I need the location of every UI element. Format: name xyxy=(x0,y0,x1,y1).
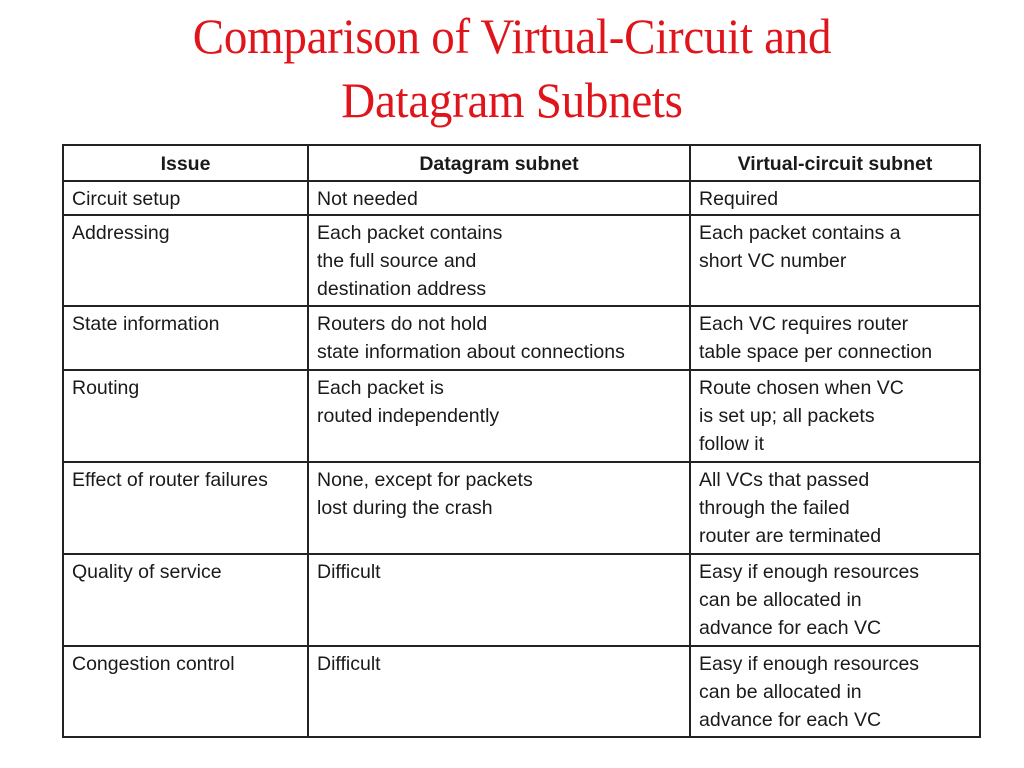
table-row: State information Routers do not hold st… xyxy=(62,305,981,371)
cell-text: follow it xyxy=(699,433,765,455)
cell-text: Each VC requires router xyxy=(699,313,909,335)
cell-text: the full source and xyxy=(317,250,477,272)
cell-text: Routers do not hold xyxy=(317,313,488,335)
cell-text: state information about connections xyxy=(317,341,625,363)
slide-title-line-2: Datagram Subnets xyxy=(341,72,683,128)
cell-text: Effect of router failures xyxy=(72,469,268,491)
cell-text: Each packet contains a xyxy=(699,222,901,244)
cell-text: Required xyxy=(699,188,779,210)
cell-text: Route chosen when VC xyxy=(699,377,904,399)
cell-text: destination address xyxy=(317,278,487,300)
cell-text: Easy if enough resources xyxy=(699,653,920,675)
table-row: Quality of service Difficult Easy if eno… xyxy=(62,553,981,647)
cell-text: Easy if enough resources xyxy=(699,561,920,583)
cell-text: router are terminated xyxy=(699,525,882,547)
header-datagram-subnet: Datagram subnet xyxy=(307,144,691,182)
cell-text: advance for each VC xyxy=(699,709,882,731)
cell-virtual-circuit: Easy if enough resources can be allocate… xyxy=(689,645,981,738)
cell-text: Circuit setup xyxy=(72,188,181,210)
cell-virtual-circuit: Route chosen when VC is set up; all pack… xyxy=(689,369,981,463)
table-row: Circuit setup Not needed Required xyxy=(62,180,981,216)
cell-text: Each packet contains xyxy=(317,222,503,244)
cell-text: None, except for packets xyxy=(317,469,533,491)
cell-virtual-circuit: Each packet contains a short VC number xyxy=(689,214,981,307)
cell-text: short VC number xyxy=(699,250,847,272)
cell-issue: Circuit setup xyxy=(62,180,309,216)
table-row: Routing Each packet is routed independen… xyxy=(62,369,981,463)
cell-issue: Quality of service xyxy=(62,553,309,647)
cell-text: Each packet is xyxy=(317,377,444,399)
cell-text: lost during the crash xyxy=(317,497,493,519)
cell-text: Routing xyxy=(72,377,140,399)
table-header-row: Issue Datagram subnet Virtual-circuit su… xyxy=(62,144,981,182)
slide-title: Comparison of Virtual-Circuit and Datagr… xyxy=(31,4,994,132)
cell-text: Difficult xyxy=(317,653,381,675)
table-row: Effect of router failures None, except f… xyxy=(62,461,981,555)
cell-datagram: Not needed xyxy=(307,180,691,216)
cell-text: advance for each VC xyxy=(699,617,882,639)
cell-virtual-circuit: Required xyxy=(689,180,981,216)
cell-text: can be allocated in xyxy=(699,589,862,611)
cell-issue: State information xyxy=(62,305,309,371)
cell-issue: Addressing xyxy=(62,214,309,307)
cell-text: State information xyxy=(72,313,220,335)
cell-text: can be allocated in xyxy=(699,681,862,703)
cell-text: routed independently xyxy=(317,405,500,427)
cell-issue: Congestion control xyxy=(62,645,309,738)
cell-issue: Routing xyxy=(62,369,309,463)
cell-datagram: Routers do not hold state information ab… xyxy=(307,305,691,371)
cell-datagram: Each packet is routed independently xyxy=(307,369,691,463)
cell-text: through the failed xyxy=(699,497,850,519)
cell-datagram: None, except for packets lost during the… xyxy=(307,461,691,555)
cell-text: All VCs that passed xyxy=(699,469,870,491)
cell-virtual-circuit: Easy if enough resources can be allocate… xyxy=(689,553,981,647)
cell-virtual-circuit: Each VC requires router table space per … xyxy=(689,305,981,371)
cell-issue: Effect of router failures xyxy=(62,461,309,555)
comparison-table: Issue Datagram subnet Virtual-circuit su… xyxy=(62,144,981,738)
cell-datagram: Difficult xyxy=(307,645,691,738)
header-issue: Issue xyxy=(62,144,309,182)
cell-text: Not needed xyxy=(317,188,418,210)
cell-virtual-circuit: All VCs that passed through the failed r… xyxy=(689,461,981,555)
header-virtual-circuit-subnet: Virtual-circuit subnet xyxy=(689,144,981,182)
cell-text: Addressing xyxy=(72,222,170,244)
table-row: Congestion control Difficult Easy if eno… xyxy=(62,645,981,738)
table-row: Addressing Each packet contains the full… xyxy=(62,214,981,307)
cell-text: table space per connection xyxy=(699,341,933,363)
cell-text: Difficult xyxy=(317,561,381,583)
slide-title-line-1: Comparison of Virtual-Circuit and xyxy=(192,8,832,64)
cell-datagram: Difficult xyxy=(307,553,691,647)
cell-text: is set up; all packets xyxy=(699,405,875,427)
cell-text: Quality of service xyxy=(72,561,222,583)
cell-text: Congestion control xyxy=(72,653,235,675)
cell-datagram: Each packet contains the full source and… xyxy=(307,214,691,307)
